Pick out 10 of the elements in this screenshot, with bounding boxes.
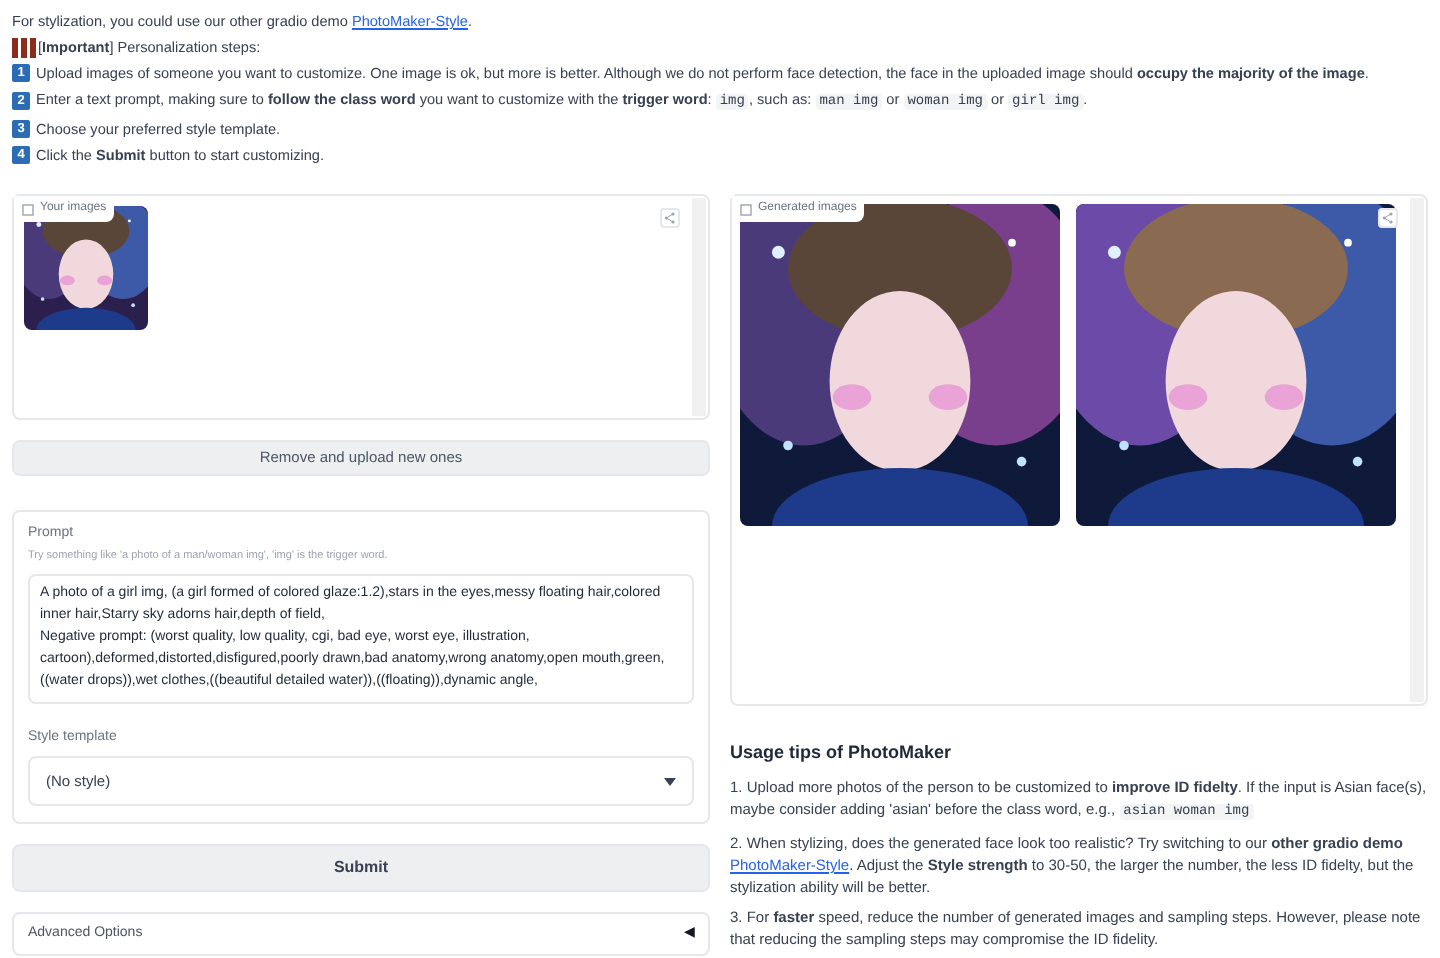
caret-icon (664, 777, 676, 785)
bars-icon (12, 37, 36, 57)
share-button[interactable] (1378, 208, 1398, 228)
submit-button[interactable]: Submit (12, 844, 710, 892)
image-icon (740, 203, 752, 215)
image-icon (22, 203, 34, 215)
scrollbar[interactable] (1410, 198, 1424, 702)
scrollbar[interactable] (692, 198, 706, 416)
usage-tips-title: Usage tips of PhotoMaker (730, 740, 954, 764)
share-button[interactable] (660, 208, 680, 228)
